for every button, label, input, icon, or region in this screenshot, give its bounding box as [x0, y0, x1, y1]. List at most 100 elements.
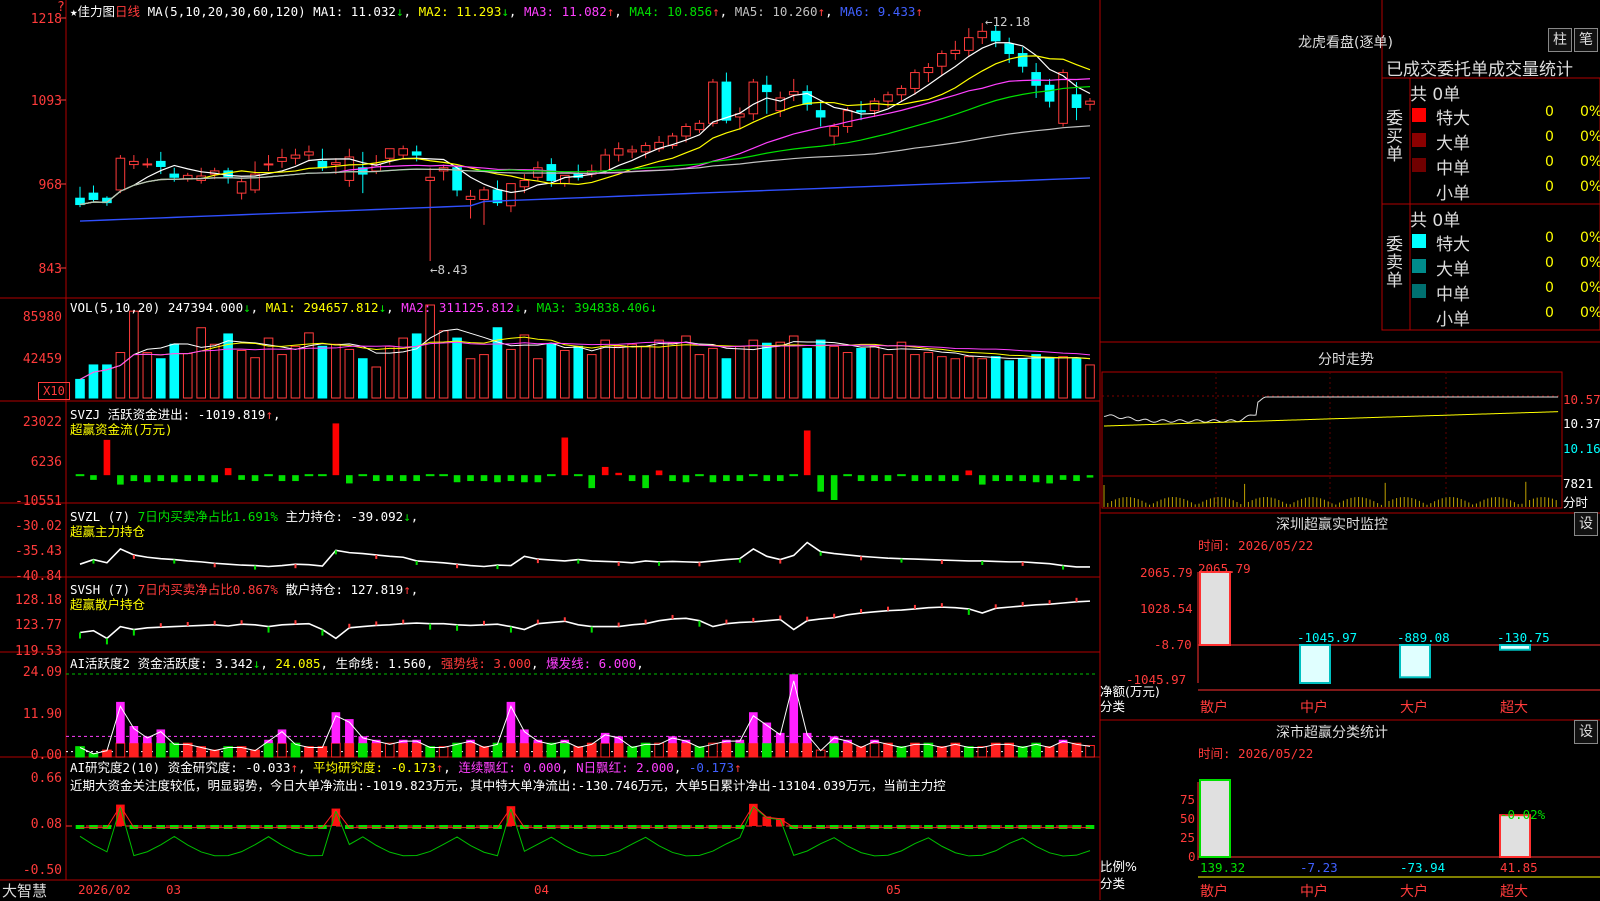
tick-mode-button[interactable]: 笔	[1574, 28, 1598, 52]
bar-mode-button[interactable]: 柱	[1548, 28, 1572, 52]
candle-body	[465, 195, 476, 200]
ai-active-val2: 24.085	[275, 656, 321, 671]
ai-research-bar	[264, 825, 273, 829]
ai-research-line	[79, 805, 1091, 857]
candle-body	[452, 167, 462, 191]
ma1-arrow: ↓	[395, 4, 404, 19]
ai-research-bar	[547, 825, 556, 829]
svzj-bar	[130, 475, 138, 482]
vol-unit-badge[interactable]: X10	[38, 382, 70, 400]
ai-research-bar	[425, 825, 435, 829]
vol-ma3: MA3: 394838.406	[536, 300, 650, 315]
ma3-value: MA3: 11.082	[523, 4, 607, 19]
sc-bar-value: 139.32	[1200, 860, 1246, 875]
volume-bar	[910, 354, 920, 399]
ai-research-bars	[75, 803, 1095, 829]
candle-body	[815, 110, 826, 118]
svzj-bar	[75, 474, 85, 477]
sc-unit2: 分类	[1100, 876, 1126, 891]
svzj-bar	[789, 474, 799, 477]
candle-body	[1058, 72, 1068, 124]
ai-research-bar	[1045, 825, 1054, 829]
ai-active-bar	[937, 746, 947, 758]
volume-bar	[115, 352, 126, 399]
ma6-value: MA6: 9.433	[840, 4, 916, 19]
candle-body	[304, 151, 314, 156]
svzj-bar	[965, 470, 973, 476]
svzj-bar	[776, 475, 784, 482]
ai-active-bar	[371, 742, 382, 758]
candle-body	[721, 81, 732, 121]
candle-body	[869, 100, 880, 112]
order-count: 0	[1545, 255, 1554, 271]
svzj-bar	[90, 475, 97, 480]
ai-active-bar	[263, 742, 274, 758]
sc-settings-button[interactable]: 设	[1574, 720, 1598, 744]
ai-active-bar	[977, 746, 988, 758]
corner-mark[interactable]: ?	[57, 0, 65, 15]
svzj-bar	[386, 475, 394, 482]
ai-research-bar	[156, 825, 166, 829]
svzj-bar	[521, 475, 528, 483]
svzj-bar	[425, 474, 435, 477]
volume-bar	[735, 345, 745, 399]
ai-active-bar	[842, 742, 853, 758]
volume-bar	[963, 356, 974, 399]
ai-research-bar	[1018, 825, 1027, 829]
volume-bar	[829, 345, 839, 399]
order-name: 小单	[1436, 310, 1470, 330]
svzj-bar	[1019, 475, 1026, 482]
period-label[interactable]: 日线	[115, 4, 140, 19]
sz-y-2: -8.70	[1154, 637, 1192, 652]
svzj-bar	[1005, 475, 1013, 482]
candle-body	[1044, 84, 1055, 102]
ai-research-bar	[897, 825, 906, 829]
intraday-vol: 7821	[1563, 476, 1594, 491]
ma1-value: MA1: 11.032	[313, 4, 396, 19]
order-count: 0	[1545, 280, 1554, 296]
volume-bar	[142, 352, 153, 399]
vol-value: 247394.000	[167, 300, 244, 315]
star-icon[interactable]: ★	[70, 4, 78, 19]
ai-active-bar	[869, 742, 880, 758]
sz-y-0: 2065.79	[1140, 565, 1193, 580]
ai-active-bar	[425, 746, 435, 758]
sz-category-label: 大户	[1400, 700, 1428, 716]
svzj-bar	[897, 474, 906, 477]
svzj-bar	[264, 474, 273, 477]
intraday-avg-line	[1103, 411, 1559, 427]
svzj-bar	[453, 475, 461, 483]
stock-name[interactable]: 佳力图	[78, 4, 116, 19]
ai-research-bar	[412, 825, 421, 829]
order-pct: 0%	[1580, 179, 1600, 195]
svzj-bar	[938, 475, 946, 482]
order-pct: 0%	[1580, 255, 1600, 271]
ai-research-bar	[600, 825, 610, 829]
volume-bar	[75, 378, 85, 399]
ai-research-bar	[223, 825, 233, 829]
ai-active-bar	[613, 742, 624, 758]
sz-monitor-title: 深圳超赢实时监控	[1276, 517, 1388, 533]
ai-research-bar	[614, 825, 623, 829]
ai-research-label: AI研究度2(10)	[70, 760, 161, 775]
vol-ma1: MA1: 294657.812	[265, 300, 379, 315]
sz-settings-button[interactable]: 设	[1574, 512, 1598, 536]
ai-research-bar	[196, 825, 206, 829]
volume-bar	[950, 358, 961, 399]
ai-active-bar	[896, 746, 907, 758]
candle-body	[613, 148, 624, 156]
sell-side-label: 委卖单	[1386, 235, 1403, 291]
sc-category-label: 中户	[1300, 884, 1328, 900]
ai-active-bar	[694, 746, 705, 758]
candle-body	[640, 145, 651, 153]
intraday-price-2: 10.37	[1563, 416, 1600, 431]
volume-bar	[357, 358, 368, 399]
ai-research-bar	[1058, 825, 1068, 829]
ai-active-bar	[506, 742, 516, 758]
intraday-title: 分时走势	[1318, 352, 1374, 368]
ai-active-bar	[735, 742, 745, 758]
sz-bar-value: -1045.97	[1297, 630, 1358, 645]
ai-research-bar	[304, 825, 314, 829]
order-name: 特大	[1436, 235, 1470, 255]
ai-research-last-arrow: ↑	[734, 760, 742, 775]
